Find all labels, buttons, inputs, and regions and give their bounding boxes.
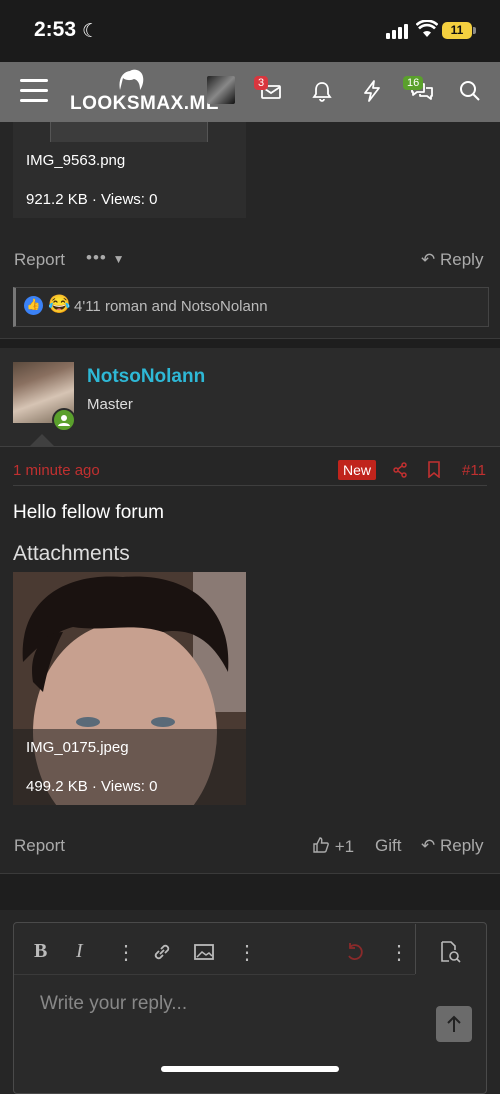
reply-button[interactable]: ↶ Reply <box>421 836 483 856</box>
reactions-text[interactable]: 4'11 roman and NotsoNolann <box>74 298 268 315</box>
conversations-badge: 3 <box>254 76 269 90</box>
share-icon[interactable] <box>392 462 408 483</box>
attachment-preview-image <box>50 122 208 142</box>
toolbar-separator <box>415 924 416 974</box>
section-divider <box>0 873 500 910</box>
report-link[interactable]: Report <box>14 250 65 270</box>
arrow-up-icon <box>447 1015 461 1032</box>
link-icon[interactable] <box>151 941 173 968</box>
preview-icon[interactable] <box>438 940 462 969</box>
new-badge: New <box>338 460 377 480</box>
more-insert-icon[interactable]: ⋮ <box>237 940 257 965</box>
post-username[interactable]: NotsoNolann <box>87 366 205 388</box>
attachment-meta: 499.2 KB · Views: 0 <box>26 778 158 795</box>
attachments-heading: Attachments <box>13 542 130 565</box>
toolbar-divider <box>14 974 415 975</box>
reply-input[interactable]: Write your reply... <box>40 993 187 1015</box>
like-button[interactable]: +1 <box>312 836 354 857</box>
more-label: ••• <box>86 248 107 267</box>
attachment-name[interactable]: IMG_0175.jpeg <box>26 739 129 756</box>
home-indicator <box>161 1066 339 1072</box>
bolt-icon[interactable] <box>359 78 385 104</box>
menu-icon[interactable] <box>20 79 48 103</box>
more-formatting-icon[interactable]: ⋮ <box>116 940 136 965</box>
reply-icon: ↶ <box>421 836 436 855</box>
undo-icon[interactable] <box>344 941 366 968</box>
search-icon[interactable] <box>457 78 483 104</box>
gift-button[interactable]: Gift <box>375 836 401 856</box>
status-time: 2:53 <box>34 18 77 41</box>
post-header <box>0 348 500 447</box>
online-status-icon <box>52 408 76 432</box>
post-number[interactable]: #11 <box>462 462 486 479</box>
signal-icon <box>386 24 410 44</box>
bookmark-icon[interactable] <box>427 461 441 483</box>
thumbs-up-icon <box>313 837 329 853</box>
site-logo[interactable]: LOOKSMAX.ME <box>70 93 219 115</box>
bell-icon[interactable] <box>309 78 335 104</box>
post-body: Hello fellow forum <box>13 502 164 523</box>
meta-divider <box>13 485 487 486</box>
laugh-reaction-icon: 😂 <box>48 294 71 314</box>
user-title: Master <box>87 396 133 413</box>
wifi-icon <box>415 19 439 43</box>
reply-icon: ↶ <box>421 250 436 269</box>
more-editor-icon[interactable]: ⋮ <box>389 940 409 965</box>
battery-tip <box>473 27 476 34</box>
attachment-name[interactable]: IMG_9563.png <box>26 152 125 169</box>
italic-button[interactable]: I <box>76 940 83 963</box>
attachment-meta: 921.2 KB · Views: 0 <box>26 191 158 208</box>
like-reaction-icon: 👍 <box>24 296 43 315</box>
post-time[interactable]: 1 minute ago <box>13 462 100 479</box>
alerts-badge: 16 <box>403 76 424 90</box>
more-options-button[interactable]: ••• ▼ <box>86 248 125 268</box>
battery-icon: 11 <box>442 22 472 39</box>
reply-label: Reply <box>439 836 484 855</box>
moon-icon: ☾ <box>82 21 100 42</box>
like-label: +1 <box>334 837 355 856</box>
header-pointer <box>30 434 54 446</box>
image-icon[interactable] <box>193 942 215 967</box>
reply-button[interactable]: ↶ Reply <box>421 250 483 270</box>
bold-button[interactable]: B <box>34 940 47 963</box>
report-link[interactable]: Report <box>14 836 65 856</box>
user-avatar[interactable] <box>207 76 235 104</box>
reply-label: Reply <box>439 250 484 269</box>
chevron-down-icon: ▼ <box>112 252 126 266</box>
scroll-top-button[interactable] <box>436 1006 472 1042</box>
